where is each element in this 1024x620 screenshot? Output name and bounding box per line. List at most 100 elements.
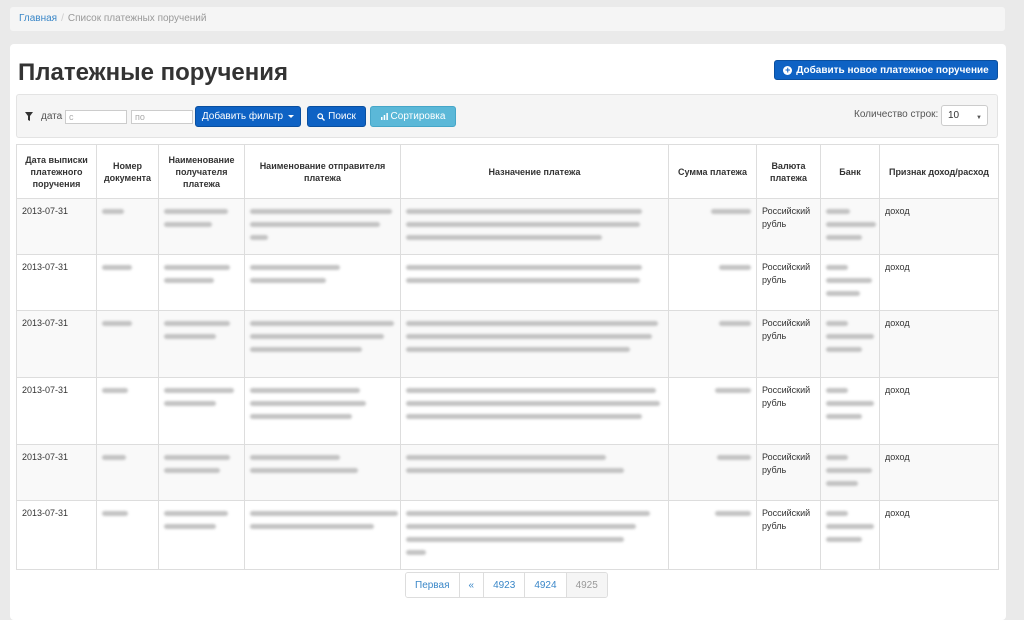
pagination-page[interactable]: 4923 — [484, 573, 526, 597]
redacted-text — [406, 209, 642, 214]
cell-purpose — [400, 500, 669, 570]
cell-purpose — [400, 198, 669, 255]
table-row[interactable]: 2013-07-31 Российский рубль доход — [16, 377, 999, 445]
redacted-text — [164, 321, 230, 326]
redacted-text — [826, 321, 848, 326]
sort-button[interactable]: Сортировка — [370, 106, 456, 127]
redacted-text — [406, 334, 652, 339]
cell-amount — [668, 254, 757, 311]
cell-document-number — [96, 198, 159, 255]
redacted-text — [164, 334, 216, 339]
redacted-text — [826, 334, 874, 339]
redacted-text — [250, 209, 392, 214]
filter-bar: дата с по Добавить фильтр Поиск Сортиров… — [16, 94, 998, 138]
plus-circle-icon: + — [783, 64, 793, 75]
redacted-text — [826, 278, 872, 283]
redacted-text — [164, 265, 230, 270]
redacted-text — [826, 401, 874, 406]
redacted-text — [826, 468, 872, 473]
rows-count-label: Количество строк: — [854, 109, 939, 120]
redacted-text — [406, 265, 642, 270]
breadcrumb-separator: / — [61, 13, 64, 24]
cell-sender — [244, 198, 401, 255]
redacted-text — [406, 347, 630, 352]
table-row[interactable]: 2013-07-31 Российский рубль доход — [16, 500, 999, 570]
redacted-text — [711, 209, 751, 214]
table-row[interactable]: 2013-07-31 Российский рубль доход — [16, 198, 999, 255]
redacted-text — [406, 455, 606, 460]
cell-purpose — [400, 377, 669, 445]
redacted-text — [164, 524, 216, 529]
redacted-text — [250, 265, 340, 270]
add-payment-order-button[interactable]: + Добавить новое платежное поручение — [774, 60, 998, 80]
cell-bank — [820, 310, 880, 378]
cell-sign: доход — [879, 444, 999, 501]
column-header: Признак доход/расход — [879, 144, 999, 199]
redacted-text — [164, 401, 216, 406]
redacted-text — [717, 455, 751, 460]
redacted-text — [406, 401, 660, 406]
redacted-text — [826, 347, 862, 352]
redacted-text — [250, 455, 340, 460]
pagination-prev[interactable]: « — [459, 573, 485, 597]
rows-count-select[interactable]: 10 ▼ — [941, 105, 988, 126]
cell-date: 2013-07-31 — [16, 377, 97, 445]
pagination-first[interactable]: Первая — [406, 573, 460, 597]
search-icon — [317, 112, 326, 121]
redacted-text — [250, 222, 380, 227]
redacted-text — [250, 278, 326, 283]
redacted-text — [406, 524, 636, 529]
cell-bank — [820, 444, 880, 501]
column-header: Наименование получателя платежа — [158, 144, 245, 199]
redacted-text — [164, 388, 234, 393]
cell-date: 2013-07-31 — [16, 198, 97, 255]
redacted-text — [826, 537, 862, 542]
cell-bank — [820, 254, 880, 311]
redacted-text — [102, 455, 126, 460]
column-header: Дата выписки платежного поручения — [16, 144, 97, 199]
breadcrumb-home-link[interactable]: Главная — [19, 13, 57, 24]
search-button[interactable]: Поиск — [307, 106, 366, 127]
add-payment-order-label: Добавить новое платежное поручение — [796, 64, 989, 76]
cell-sign: доход — [879, 310, 999, 378]
cell-recipient — [158, 377, 245, 445]
redacted-text — [250, 321, 394, 326]
date-to-input[interactable]: по — [131, 110, 193, 124]
redacted-text — [826, 455, 848, 460]
redacted-text — [102, 321, 132, 326]
cell-purpose — [400, 310, 669, 378]
cell-bank — [820, 198, 880, 255]
table-row[interactable]: 2013-07-31 Российский рубль доход — [16, 254, 999, 311]
caret-down-icon — [288, 115, 295, 118]
filter-icon — [25, 112, 33, 121]
redacted-text — [719, 321, 751, 326]
cell-amount — [668, 444, 757, 501]
add-filter-button[interactable]: Добавить фильтр — [195, 106, 301, 127]
date-from-input[interactable]: с — [65, 110, 127, 124]
redacted-text — [826, 235, 862, 240]
bar-chart-icon — [380, 113, 388, 120]
redacted-text — [102, 265, 132, 270]
redacted-text — [164, 209, 228, 214]
redacted-text — [102, 209, 124, 214]
pagination: Первая « 4923 4924 4925 — [405, 572, 608, 598]
table-row[interactable]: 2013-07-31 Российский рубль доход — [16, 444, 999, 501]
table-row[interactable]: 2013-07-31 Российский рубль доход — [16, 310, 999, 378]
cell-recipient — [158, 198, 245, 255]
redacted-text — [250, 401, 366, 406]
redacted-text — [826, 291, 860, 296]
cell-recipient — [158, 254, 245, 311]
redacted-text — [250, 334, 384, 339]
redacted-text — [250, 511, 398, 516]
redacted-text — [164, 222, 212, 227]
cell-amount — [668, 198, 757, 255]
redacted-text — [164, 278, 214, 283]
redacted-text — [406, 321, 658, 326]
redacted-text — [406, 222, 640, 227]
cell-recipient — [158, 444, 245, 501]
cell-currency: Российский рубль — [756, 198, 821, 255]
cell-date: 2013-07-31 — [16, 444, 97, 501]
pagination-page[interactable]: 4924 — [525, 573, 567, 597]
redacted-text — [250, 524, 374, 529]
cell-purpose — [400, 254, 669, 311]
